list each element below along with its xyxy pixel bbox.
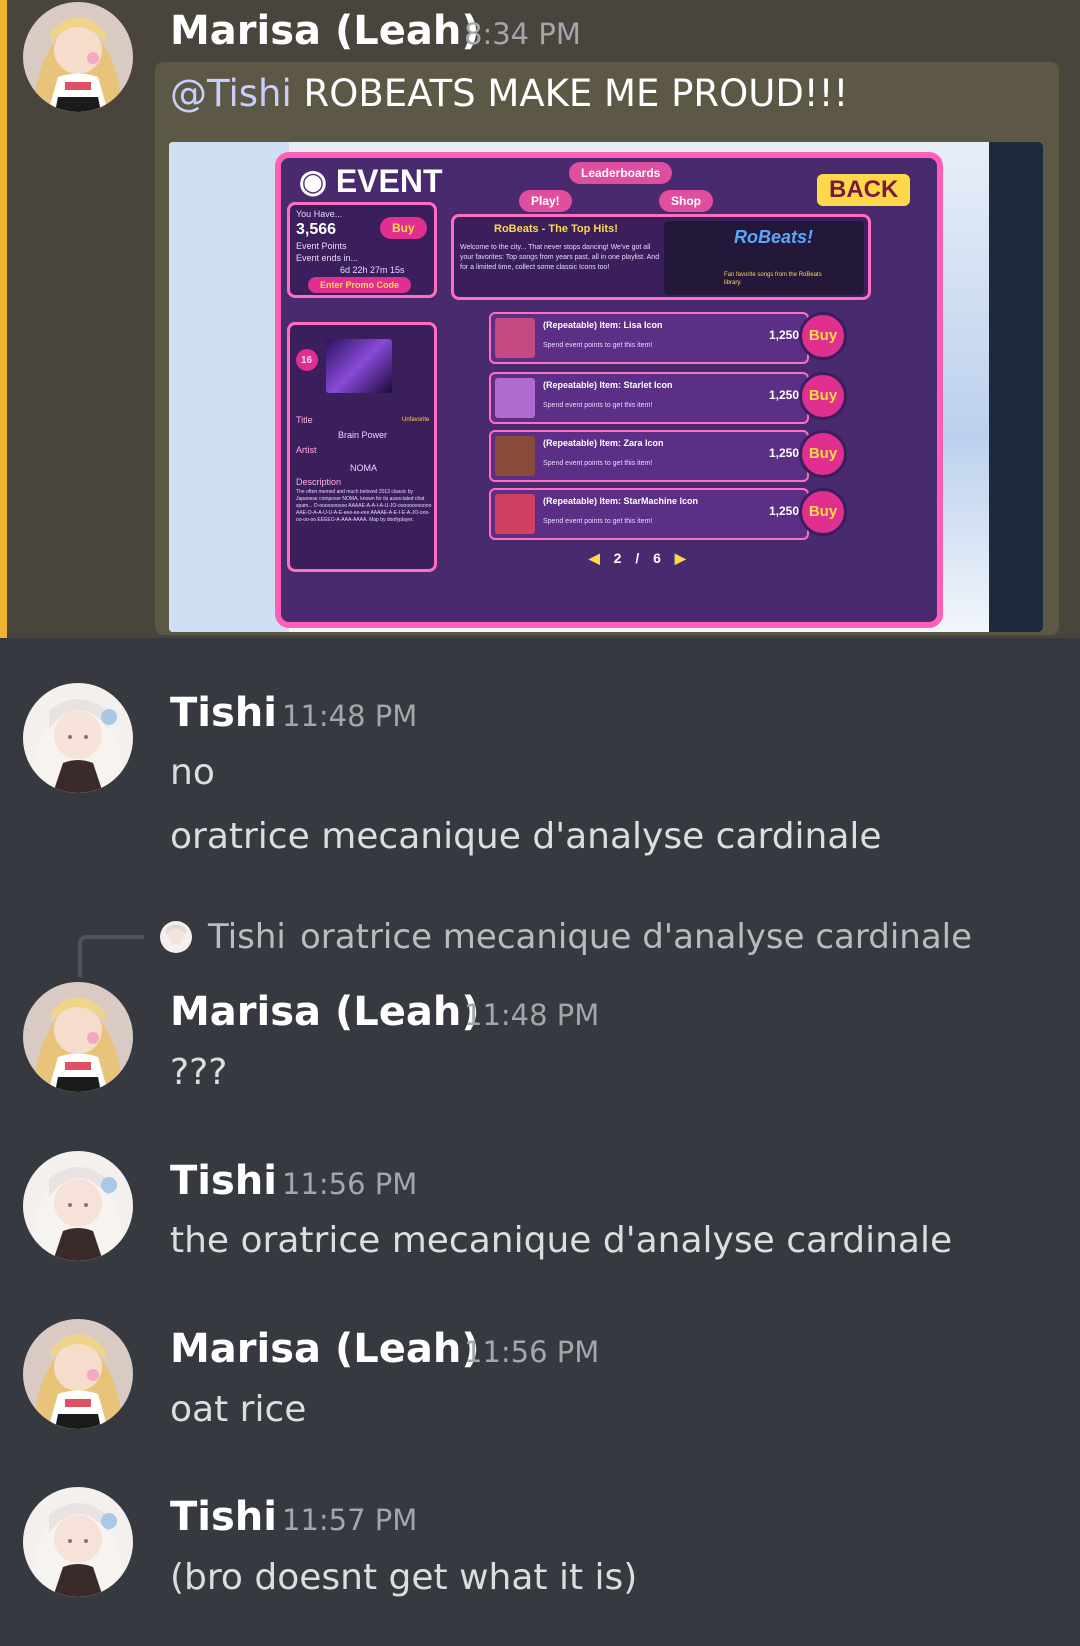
timestamp: 8:34 PM	[464, 17, 581, 51]
item-name: (Repeatable) Item: Zara Icon	[543, 438, 664, 448]
tab-shop: Shop	[659, 190, 713, 212]
author-name[interactable]: Tishi	[170, 1158, 277, 1204]
prev-page-icon: ◀	[589, 550, 600, 566]
label-artist: Artist	[296, 445, 317, 455]
points-box: You Have... 3,566 Event Points Event end…	[287, 202, 437, 298]
avatar[interactable]	[23, 683, 133, 793]
page-sep: /	[635, 550, 640, 566]
pagination: ◀ 2 / 6 ▶	[589, 550, 686, 567]
points-buy-button: Buy	[380, 217, 427, 239]
avatar-marisa-icon	[23, 1319, 133, 1429]
ends-value: 6d 22h 27m 15s	[340, 265, 405, 275]
avatar[interactable]	[23, 1487, 133, 1597]
page-total: 6	[653, 550, 661, 566]
message-line: no	[170, 752, 215, 793]
item-buy-button: Buy	[799, 372, 847, 420]
author-name[interactable]: Tishi	[170, 690, 277, 736]
label-description: Description	[296, 477, 342, 487]
item-buy-button: Buy	[799, 312, 847, 360]
song-title: Brain Power	[338, 430, 388, 440]
shop-item: (Repeatable) Item: StarMachine Icon Spen…	[489, 488, 809, 540]
banner-text: Welcome to the city... That never stops …	[460, 244, 660, 271]
avatar-marisa-icon	[23, 982, 133, 1092]
banner-sub: Fan favorite songs from the RoBeats libr…	[724, 272, 822, 286]
tab-leaderboards: Leaderboards	[569, 162, 673, 184]
item-name: (Repeatable) Item: Starlet Icon	[543, 380, 673, 390]
reply-avatar	[160, 921, 192, 953]
mention-bar	[0, 0, 7, 638]
message-body: ROBEATS MAKE ME PROUD!!!	[303, 72, 849, 115]
message-text: oat rice	[170, 1389, 307, 1430]
timestamp: 11:57 PM	[282, 1503, 418, 1537]
item-thumb	[495, 318, 535, 358]
message-text: (bro doesnt get what it is)	[170, 1557, 638, 1598]
reply-preview[interactable]: oratrice mecanique d'analyse cardinale	[300, 917, 972, 957]
item-thumb	[495, 436, 535, 476]
unfavorite-label: Unfavorite	[402, 417, 430, 423]
timestamp: 11:56 PM	[464, 1335, 600, 1369]
next-page-icon: ▶	[674, 550, 686, 566]
author-name[interactable]: Marisa (Leah)	[170, 989, 480, 1035]
promo-button: Enter Promo Code	[308, 277, 412, 293]
ends-label: Event ends in...	[296, 253, 359, 263]
item-desc: Spend event points to get this item!	[543, 402, 653, 409]
timestamp: 11:56 PM	[282, 1167, 418, 1201]
item-buy-button: Buy	[799, 488, 847, 536]
author-name[interactable]: Marisa (Leah)	[170, 1326, 480, 1372]
song-description: The often memed and much beloved 2013 cl…	[296, 489, 432, 523]
tab-play: Play!	[519, 190, 572, 212]
message-line: oratrice mecanique d'analyse cardinale	[170, 816, 882, 857]
item-buy-button: Buy	[799, 430, 847, 478]
message-1: Marisa (Leah) 8:34 PM @Tishi ROBEATS MAK…	[0, 0, 1080, 638]
song-level: 16	[301, 355, 313, 366]
points-unit: Event Points	[296, 241, 347, 251]
item-price: 1,250	[768, 504, 799, 518]
item-thumb	[495, 378, 535, 418]
timestamp: 11:48 PM	[282, 699, 418, 733]
avatar[interactable]	[23, 982, 133, 1092]
avatar-tishi-icon	[23, 1487, 133, 1597]
item-price: 1,250	[768, 446, 799, 460]
item-desc: Spend event points to get this item!	[543, 460, 653, 467]
item-desc: Spend event points to get this item!	[543, 518, 653, 525]
song-artist: NOMA	[350, 463, 377, 473]
event-title: ◉ EVENT	[299, 163, 443, 199]
avatar-tishi-icon	[23, 683, 133, 793]
message-text: @Tishi ROBEATS MAKE ME PROUD!!!	[170, 72, 848, 115]
song-box: 16 Title Brain Power Artist NOMA Descrip…	[287, 322, 437, 572]
label-title: Title	[296, 415, 313, 425]
page-current: 2	[613, 550, 622, 566]
item-price: 1,250	[768, 328, 799, 342]
author-name[interactable]: Marisa (Leah)	[170, 8, 480, 54]
avatar[interactable]	[23, 2, 133, 112]
message-text: the oratrice mecanique d'analyse cardina…	[170, 1220, 953, 1261]
shop-item: (Repeatable) Item: Starlet Icon Spend ev…	[489, 372, 809, 424]
item-desc: Spend event points to get this item!	[543, 342, 653, 349]
points-label: You Have...	[296, 209, 343, 219]
author-name[interactable]: Tishi	[170, 1494, 277, 1540]
avatar[interactable]	[23, 1151, 133, 1261]
reply-author[interactable]: Tishi	[208, 917, 286, 957]
reply-connector	[78, 935, 144, 977]
back-button: BACK	[817, 174, 911, 206]
avatar-marisa-icon	[23, 2, 133, 112]
item-price: 1,250	[768, 388, 799, 402]
banner-box: RoBeats - The Top Hits! Welcome to the c…	[451, 214, 871, 300]
shop-item: (Repeatable) Item: Lisa Icon Spend event…	[489, 312, 809, 364]
mention-tag[interactable]: @Tishi	[170, 72, 292, 115]
avatar-tishi-icon	[23, 1151, 133, 1261]
shop-item: (Repeatable) Item: Zara Icon Spend event…	[489, 430, 809, 482]
banner-title: RoBeats - The Top Hits!	[494, 223, 618, 235]
timestamp: 11:48 PM	[464, 998, 600, 1032]
item-name: (Repeatable) Item: Lisa Icon	[543, 320, 663, 330]
points-value: 3,566	[296, 221, 337, 238]
item-thumb	[495, 494, 535, 534]
item-name: (Repeatable) Item: StarMachine Icon	[543, 496, 699, 506]
message-text: ???	[170, 1052, 228, 1093]
avatar[interactable]	[23, 1319, 133, 1429]
reply-avatar-tishi-icon	[160, 921, 192, 953]
banner-logo: RoBeats!	[734, 227, 814, 247]
image-attachment[interactable]: ◉ EVENT BACK Leaderboards Play! Shop You…	[169, 142, 1043, 632]
